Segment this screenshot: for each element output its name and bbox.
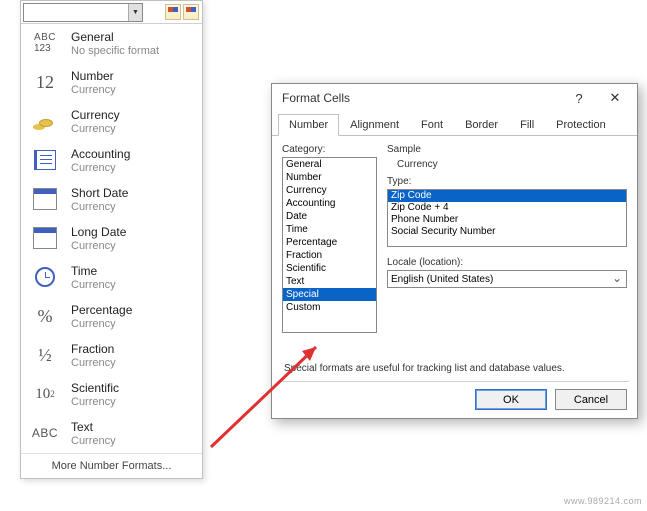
close-button[interactable]: ✕ [599,87,631,109]
locale-value: English (United States) [391,274,493,285]
dialog-tabs: Number Alignment Font Border Fill Protec… [272,114,637,136]
format-item-percentage[interactable]: % Percentage Currency [21,297,202,336]
cat-special[interactable]: Special [283,288,376,301]
cat-accounting[interactable]: Accounting [283,197,376,210]
format-as-table-icon[interactable] [183,4,199,20]
category-list[interactable]: General Number Currency Accounting Date … [282,157,377,333]
format-sub: Currency [71,357,194,369]
format-item-accounting[interactable]: Accounting Currency [21,141,202,180]
format-item-text[interactable]: ABC Text Currency [21,414,202,453]
format-name: Accounting [71,147,194,161]
format-sub: Currency [71,435,194,447]
format-name: Scientific [71,381,194,395]
type-phone[interactable]: Phone Number [388,214,626,226]
calendar-icon [29,224,61,252]
watermark: www.989214.com [564,496,642,506]
cat-fraction[interactable]: Fraction [283,249,376,262]
format-name: Time [71,264,194,278]
cat-percentage[interactable]: Percentage [283,236,376,249]
tab-number[interactable]: Number [278,114,339,136]
format-name: Percentage [71,303,194,317]
format-name: Currency [71,108,194,122]
number-format-dropdown: ▼ ABC123 General No specific format 12 N… [20,0,203,479]
tab-protection[interactable]: Protection [545,114,617,136]
format-item-scientific[interactable]: 102 Scientific Currency [21,375,202,414]
tab-border[interactable]: Border [454,114,509,136]
type-zip4[interactable]: Zip Code + 4 [388,202,626,214]
format-name: Long Date [71,225,194,239]
format-sub: Currency [71,84,194,96]
format-item-number[interactable]: 12 Number Currency [21,63,202,102]
type-label: Type: [387,176,627,187]
dialog-title: Format Cells [282,91,350,105]
cat-date[interactable]: Date [283,210,376,223]
currency-icon [29,107,61,135]
format-list: ABC123 General No specific format 12 Num… [21,24,202,453]
format-sub: Currency [71,240,194,252]
format-sub: Currency [71,123,194,135]
format-item-long-date[interactable]: Long Date Currency [21,219,202,258]
clock-icon [29,263,61,291]
format-item-general[interactable]: ABC123 General No specific format [21,24,202,63]
format-sub: No specific format [71,45,194,57]
accounting-icon [29,146,61,174]
separator [280,381,629,382]
chevron-down-icon[interactable]: ▼ [128,4,142,21]
cancel-button[interactable]: Cancel [555,389,627,410]
cat-text[interactable]: Text [283,275,376,288]
type-zip[interactable]: Zip Code [388,190,626,202]
format-name: Text [71,420,194,434]
format-cells-dialog: Format Cells ? ✕ Number Alignment Font B… [271,83,638,419]
sample-label: Sample [387,144,627,155]
format-sub: Currency [71,201,194,213]
ok-button[interactable]: OK [475,389,547,410]
format-name: Fraction [71,342,194,356]
format-combo[interactable]: ▼ [23,3,143,22]
tab-font[interactable]: Font [410,114,454,136]
calendar-icon [29,185,61,213]
format-sub: Currency [71,279,194,291]
format-item-short-date[interactable]: Short Date Currency [21,180,202,219]
cat-custom[interactable]: Custom [283,301,376,314]
cat-general[interactable]: General [283,158,376,171]
format-sub: Currency [71,318,194,330]
format-item-fraction[interactable]: ½ Fraction Currency [21,336,202,375]
format-name: Number [71,69,194,83]
titlebar: Format Cells ? ✕ [272,84,637,112]
format-name: General [71,30,194,44]
scientific-icon: 102 [29,380,61,408]
locale-select[interactable]: English (United States) [387,270,627,288]
general-icon: ABC123 [29,29,61,57]
percent-icon: % [29,302,61,330]
tab-alignment[interactable]: Alignment [339,114,410,136]
type-list[interactable]: Zip Code Zip Code + 4 Phone Number Socia… [387,189,627,247]
tab-fill[interactable]: Fill [509,114,545,136]
cat-time[interactable]: Time [283,223,376,236]
format-sub: Currency [71,396,194,408]
type-ssn[interactable]: Social Security Number [388,226,626,238]
sample-value: Currency [387,157,627,176]
format-sub: Currency [71,162,194,174]
cat-scientific[interactable]: Scientific [283,262,376,275]
more-number-formats[interactable]: More Number Formats... [21,453,202,478]
format-name: Short Date [71,186,194,200]
cat-currency[interactable]: Currency [283,184,376,197]
panel-header: ▼ [21,1,202,24]
help-button[interactable]: ? [563,87,595,109]
format-item-time[interactable]: Time Currency [21,258,202,297]
category-label: Category: [282,144,377,155]
format-item-currency[interactable]: Currency Currency [21,102,202,141]
fraction-icon: ½ [29,341,61,369]
cat-number[interactable]: Number [283,171,376,184]
number-icon: 12 [29,68,61,96]
text-icon: ABC [29,419,61,447]
conditional-formatting-icon[interactable] [165,4,181,20]
hint-text: Special formats are useful for tracking … [284,363,625,374]
locale-label: Locale (location): [387,257,627,268]
